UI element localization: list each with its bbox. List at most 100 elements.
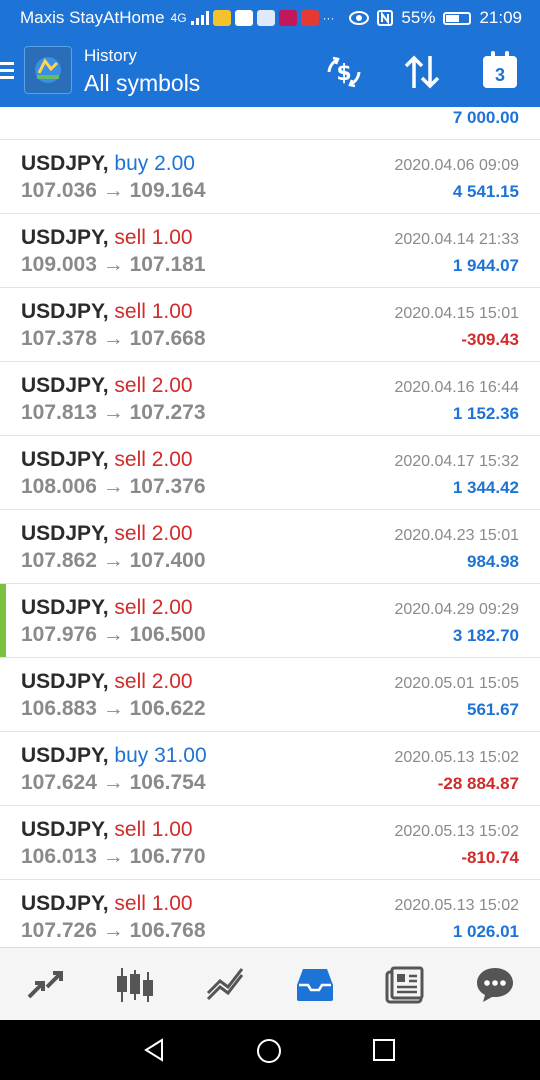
- trade-row[interactable]: USDJPY, sell 1.00 109.003 → 107.181 2020.0…: [0, 214, 540, 288]
- symbol-filter[interactable]: All symbols: [84, 70, 200, 97]
- history-list[interactable]: 7 000.00 USDJPY, buy 2.00 107.036 → 109.1…: [0, 107, 540, 947]
- trade-symbol-line: USDJPY, sell 1.00: [21, 892, 193, 916]
- trade-side-volume: sell 2.00: [114, 596, 193, 619]
- trade-time: 2020.04.29 09:29: [394, 601, 519, 618]
- back-icon: [144, 1038, 163, 1062]
- recents-button[interactable]: [372, 1038, 396, 1067]
- nav-quotes[interactable]: [15, 955, 75, 1015]
- trade-time: 2020.04.06 09:09: [394, 157, 519, 174]
- network-type: 4G: [170, 11, 187, 25]
- trade-profit: 4 541.15: [452, 182, 519, 201]
- trade-profit: 3 182.70: [452, 626, 519, 645]
- arrow-right-icon: →: [96, 623, 130, 646]
- trade-row[interactable]: USDJPY, sell 2.00 106.883 → 106.622 2020.0…: [0, 658, 540, 732]
- menu-icon[interactable]: [0, 62, 14, 80]
- trade-symbol: USDJPY,: [21, 596, 109, 619]
- trade-prices: 108.006 → 107.376: [21, 475, 206, 499]
- nav-news[interactable]: [375, 955, 435, 1015]
- trade-profit: 1 944.07: [452, 256, 519, 275]
- trade-symbol: USDJPY,: [21, 152, 109, 175]
- trade-rows: USDJPY, buy 2.00 107.036 → 109.164 2020.04…: [0, 140, 540, 947]
- arrow-right-icon: →: [96, 327, 130, 350]
- back-button[interactable]: [142, 1038, 166, 1067]
- calendar-day: 3: [483, 51, 517, 88]
- trade-prices: 109.003 → 107.181: [21, 253, 206, 277]
- app-notification-icon: [278, 10, 297, 26]
- battery-fill: [446, 14, 459, 22]
- trade-row[interactable]: USDJPY, sell 2.00 107.813 → 107.273 2020.0…: [0, 362, 540, 436]
- open-price: 107.036: [21, 179, 97, 202]
- app-bar: History All symbols $ 3: [0, 36, 540, 107]
- arrow-right-icon: →: [96, 771, 130, 794]
- trade-row[interactable]: USDJPY, buy 31.00 107.624 → 106.754 2020.0…: [0, 732, 540, 806]
- trade-row[interactable]: USDJPY, sell 2.00 108.006 → 107.376 2020.0…: [0, 436, 540, 510]
- open-price: 106.883: [21, 697, 97, 720]
- currency-exchange-icon[interactable]: $: [322, 52, 366, 92]
- trade-time: 2020.04.15 15:01: [394, 305, 519, 322]
- trade-symbol: USDJPY,: [21, 818, 109, 841]
- trade-row[interactable]: USDJPY, sell 1.00 107.726 → 106.768 2020.0…: [0, 880, 540, 947]
- trade-symbol-line: USDJPY, sell 1.00: [21, 300, 193, 324]
- more-icon: ···: [322, 11, 335, 25]
- clock: 21:09: [479, 8, 522, 27]
- close-price: 107.668: [129, 327, 206, 350]
- trade-prices: 107.862 → 107.400: [21, 549, 206, 573]
- recents-icon: [373, 1039, 395, 1061]
- trade-symbol-line: USDJPY, sell 1.00: [21, 818, 193, 842]
- trade-row[interactable]: USDJPY, sell 1.00 106.013 → 106.770 2020.0…: [0, 806, 540, 880]
- nav-history[interactable]: [285, 955, 345, 1015]
- trade-symbol: USDJPY,: [21, 670, 109, 693]
- trade-symbol: USDJPY,: [21, 374, 109, 397]
- trade-profit: 561.67: [467, 700, 519, 719]
- status-bar: Maxis StayAtHome 4G ··· 55% 21:09: [0, 0, 540, 36]
- trade-time: 2020.04.16 16:44: [394, 379, 519, 396]
- history-icon: [297, 968, 333, 1001]
- trade-time: 2020.05.01 15:05: [394, 675, 519, 692]
- trade-side-volume: sell 1.00: [114, 226, 193, 249]
- trade-symbol: USDJPY,: [21, 300, 109, 323]
- metatrader-logo-icon[interactable]: [24, 46, 72, 94]
- close-price: 107.181: [129, 253, 206, 276]
- trade-side-volume: buy 31.00: [114, 744, 207, 767]
- trade-time: 2020.04.17 15:32: [394, 453, 519, 470]
- battery-percent: 55%: [401, 8, 436, 27]
- nav-trade[interactable]: [195, 955, 255, 1015]
- calendar-icon[interactable]: 3: [478, 51, 522, 92]
- sort-icon[interactable]: [400, 52, 444, 92]
- trade-row[interactable]: USDJPY, buy 2.00 107.036 → 109.164 2020.04…: [0, 140, 540, 214]
- trade-symbol: USDJPY,: [21, 892, 109, 915]
- trade-symbol-line: USDJPY, buy 31.00: [21, 744, 207, 768]
- trade-row[interactable]: USDJPY, sell 2.00 107.976 → 106.500 2020.0…: [0, 584, 540, 658]
- trade-prices: 107.726 → 106.768: [21, 919, 206, 943]
- trade-prices: 106.013 → 106.770: [21, 845, 206, 869]
- nav-chart[interactable]: [105, 955, 165, 1015]
- trade-prices: 107.036 → 109.164: [21, 179, 206, 203]
- trade-row[interactable]: USDJPY, sell 2.00 107.862 → 107.400 2020.0…: [0, 510, 540, 584]
- app-notification-icon-2: [300, 10, 319, 26]
- trade-side-volume: sell 1.00: [114, 892, 193, 915]
- open-price: 106.013: [21, 845, 97, 868]
- nav-messages[interactable]: [465, 955, 525, 1015]
- trade-symbol: USDJPY,: [21, 448, 109, 471]
- open-price: 107.378: [21, 327, 97, 350]
- trade-row[interactable]: USDJPY, sell 1.00 107.378 → 107.668 2020.0…: [0, 288, 540, 362]
- open-price: 108.006: [21, 475, 97, 498]
- trade-profit: 1 026.01: [452, 922, 519, 941]
- trade-side-volume: sell 2.00: [114, 522, 193, 545]
- trade-side-volume: buy 2.00: [114, 152, 195, 175]
- trade-profit: 1 344.42: [452, 478, 519, 497]
- trade-time: 2020.05.13 15:02: [394, 897, 519, 914]
- arrow-right-icon: →: [96, 253, 130, 276]
- trade-side-volume: sell 2.00: [114, 448, 193, 471]
- close-price: 106.622: [129, 697, 206, 720]
- close-price: 109.164: [129, 179, 206, 202]
- trade-side-volume: sell 1.00: [114, 300, 193, 323]
- system-navigation-bar: [0, 1020, 540, 1080]
- trade-symbol-line: USDJPY, sell 2.00: [21, 448, 193, 472]
- arrow-right-icon: →: [96, 549, 130, 572]
- list-item-partial[interactable]: 7 000.00: [0, 107, 540, 140]
- trade-profit: -810.74: [461, 848, 519, 867]
- home-button[interactable]: [256, 1038, 282, 1069]
- carrier-name: Maxis StayAtHome: [20, 8, 165, 27]
- close-price: 106.754: [129, 771, 206, 794]
